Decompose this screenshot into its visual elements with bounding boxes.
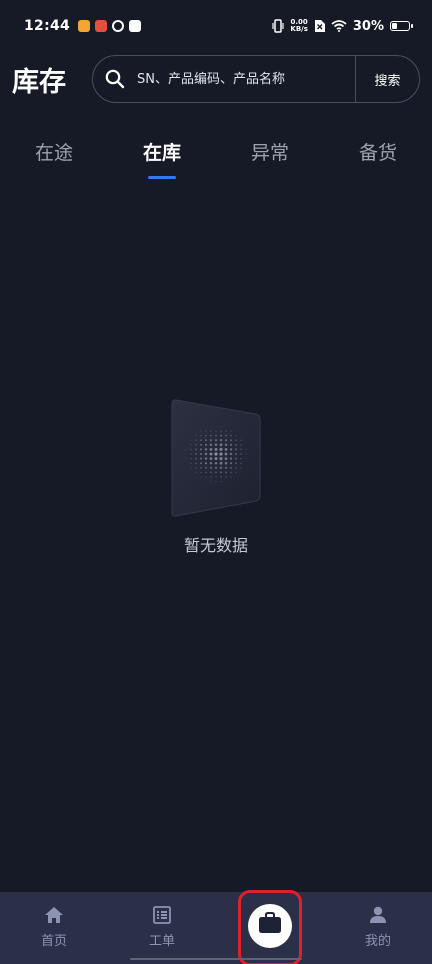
app-notification-icon bbox=[95, 20, 108, 32]
empty-state: 暂无数据 bbox=[0, 396, 432, 556]
bottom-nav: 首页 工单 我的 bbox=[0, 890, 432, 964]
page-title: 库存 bbox=[12, 66, 66, 98]
tab-stock-preparation[interactable]: 备货 bbox=[324, 128, 432, 184]
home-icon bbox=[45, 907, 63, 923]
message-notification-icon bbox=[129, 20, 142, 32]
battery-icon bbox=[390, 21, 413, 31]
nav-label: 工单 bbox=[148, 934, 175, 949]
wifi-icon bbox=[331, 20, 347, 32]
empty-box-icon bbox=[171, 399, 261, 517]
empty-state-text: 暂无数据 bbox=[183, 536, 248, 555]
header: 库存 搜索 bbox=[0, 54, 432, 104]
tab-in-stock[interactable]: 在库 bbox=[108, 128, 216, 184]
status-time: 12:44 bbox=[24, 18, 71, 34]
nav-item-profile[interactable]: 我的 bbox=[324, 892, 432, 964]
list-icon bbox=[153, 906, 171, 924]
nav-item-inventory[interactable] bbox=[216, 890, 324, 964]
no-sim-icon bbox=[314, 20, 325, 32]
search-button[interactable]: 搜索 bbox=[355, 56, 419, 102]
tab-bar: 在途 在库 异常 备货 bbox=[0, 128, 432, 184]
search-icon bbox=[93, 69, 137, 89]
nav-item-home[interactable]: 首页 bbox=[0, 892, 108, 964]
home-indicator bbox=[130, 958, 302, 960]
tab-label: 备货 bbox=[358, 142, 397, 164]
search-box: 搜索 bbox=[92, 55, 420, 103]
network-speed: 0.00 KB/s bbox=[290, 19, 307, 33]
status-right: 0.00 KB/s 30% bbox=[272, 18, 413, 34]
nav-item-work-orders[interactable]: 工单 bbox=[108, 892, 216, 964]
nav-label: 首页 bbox=[40, 934, 67, 949]
tab-in-transit[interactable]: 在途 bbox=[0, 128, 108, 184]
active-tab-indicator bbox=[148, 176, 176, 179]
app-notification-icon bbox=[112, 20, 125, 32]
search-input[interactable] bbox=[137, 56, 355, 102]
screen: 12:44 0.00 KB/s 30% 库存 SN、产品编码、产品名称 搜索 在… bbox=[0, 0, 432, 964]
tab-label: 在途 bbox=[34, 142, 73, 164]
network-speed-unit: KB/s bbox=[290, 25, 308, 33]
tab-label: 在库 bbox=[142, 142, 181, 164]
briefcase-icon bbox=[259, 912, 281, 933]
nav-label: 我的 bbox=[364, 934, 391, 949]
tab-abnormal[interactable]: 异常 bbox=[216, 128, 324, 184]
battery-percent: 30% bbox=[352, 18, 384, 34]
app-notification-icon bbox=[78, 20, 91, 32]
inventory-fab[interactable] bbox=[248, 904, 292, 948]
battery-fill bbox=[392, 23, 397, 29]
notification-icons bbox=[78, 20, 142, 32]
vibrate-icon bbox=[272, 19, 284, 33]
user-icon bbox=[370, 906, 386, 923]
status-bar: 12:44 0.00 KB/s 30% bbox=[0, 0, 432, 52]
tab-label: 异常 bbox=[250, 142, 289, 164]
